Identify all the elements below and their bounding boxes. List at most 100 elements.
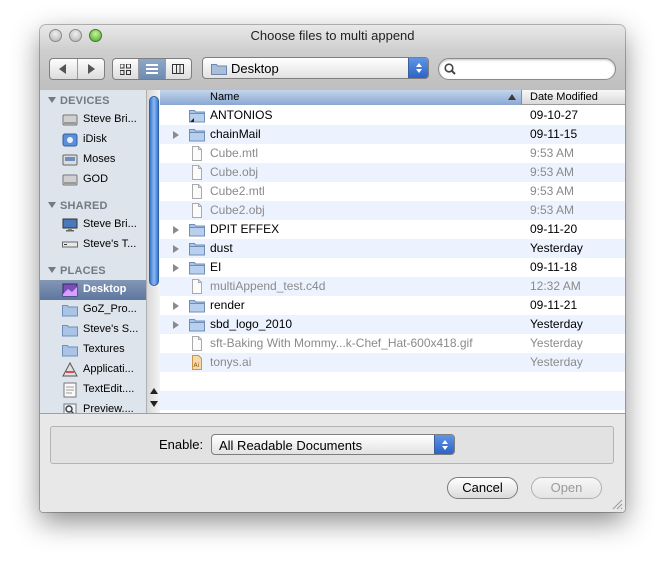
file-row[interactable]: Cube.obj 9:53 AM (160, 163, 625, 182)
file-date-modified: Yesterday (530, 317, 583, 331)
file-row[interactable]: EI 09-11-18 (160, 258, 625, 277)
date-modified-column-header[interactable]: Date Modified (530, 91, 598, 103)
sidebar-item-steves-t[interactable]: Steve's T... (40, 235, 146, 255)
file-date-modified: 9:53 AM (530, 184, 575, 198)
file-row[interactable]: Cube.mtl 9:53 AM (160, 144, 625, 163)
file-name: Cube.mtl (210, 146, 259, 160)
file-date-modified: 9:53 AM (530, 146, 575, 160)
file-date-modified: Yesterday (530, 336, 583, 350)
sidebar: DEVICES Steve Bri... iDisk Moses GOD SHA… (40, 90, 160, 413)
file-name: DPIT EFFEX (210, 222, 280, 236)
file-row[interactable]: DPIT EFFEX 09-11-20 (160, 220, 625, 239)
sidebar-item-label: TextEdit.... (83, 383, 135, 395)
popup-stepper-icon (434, 435, 454, 454)
sidebar-item-steves-s[interactable]: Steve's S... (40, 320, 146, 340)
idisk-icon (62, 133, 78, 147)
file-row[interactable]: render 09-11-21 (160, 296, 625, 315)
file-name: dust (210, 241, 233, 255)
disclosure-triangle-icon[interactable] (173, 321, 179, 329)
enable-filter-popup[interactable]: All Readable Documents (211, 434, 455, 455)
enable-panel: Enable: All Readable Documents (50, 426, 614, 464)
document-icon (192, 165, 202, 180)
file-date-modified: Yesterday (530, 355, 583, 369)
forward-button[interactable] (78, 59, 105, 79)
disclosure-triangle-icon[interactable] (173, 226, 179, 234)
sidebar-item-god[interactable]: GOD (40, 170, 146, 190)
disclosure-triangle-icon[interactable] (173, 302, 179, 310)
sidebar-item-preview[interactable]: Preview.... (40, 400, 146, 413)
svg-text:Ai: Ai (194, 362, 200, 369)
file-row[interactable]: sbd_logo_2010 Yesterday (160, 315, 625, 334)
hard-drive-icon (62, 114, 78, 126)
resize-grip-icon[interactable] (611, 498, 623, 510)
name-column-header[interactable]: Name (160, 90, 522, 105)
column-view-button[interactable] (166, 59, 191, 79)
sidebar-item-label: Textures (83, 343, 125, 355)
sidebar-item-desktop[interactable]: Desktop (40, 280, 146, 300)
column-header: Name Date Modified (160, 90, 625, 105)
location-popup[interactable]: Desktop (202, 57, 429, 79)
search-input[interactable] (459, 61, 609, 77)
search-field[interactable] (438, 58, 616, 80)
sidebar-item-textedit[interactable]: TextEdit.... (40, 380, 146, 400)
folder-icon (189, 243, 205, 256)
sidebar-item-label: Applicati... (83, 363, 134, 375)
sidebar-item-steve-bri-computer[interactable]: Steve Bri... (40, 215, 146, 235)
icon-view-icon (120, 63, 132, 75)
sidebar-item-label: Steve Bri... (83, 218, 137, 230)
external-drive-icon (62, 154, 78, 166)
cancel-button[interactable]: Cancel (447, 477, 518, 499)
file-date-modified: 09-11-15 (530, 127, 578, 141)
disclosure-triangle-icon[interactable] (173, 131, 179, 139)
sidebar-section-places[interactable]: PLACES (48, 265, 106, 277)
icon-view-button[interactable] (113, 59, 140, 79)
empty-row (160, 391, 625, 410)
file-row[interactable]: Cube2.mtl 9:53 AM (160, 182, 625, 201)
document-icon (192, 203, 202, 218)
desktop-folder-icon (211, 64, 227, 75)
list-view-button[interactable] (139, 59, 166, 79)
file-row[interactable]: Ai tonys.ai Yesterday (160, 353, 625, 372)
file-row[interactable]: chainMail 09-11-15 (160, 125, 625, 144)
sidebar-item-steve-bri-disk[interactable]: Steve Bri... (40, 110, 146, 130)
sidebar-section-shared[interactable]: SHARED (48, 200, 108, 212)
file-name: render (210, 298, 245, 312)
file-name: EI (210, 260, 222, 274)
sidebar-item-label: Steve Bri... (83, 113, 137, 125)
disclosure-triangle-icon[interactable] (173, 264, 179, 272)
sort-ascending-icon (508, 94, 516, 100)
dialog-footer: Enable: All Readable Documents Cancel Op… (40, 413, 625, 512)
file-row[interactable]: ANTONIOS 09-10-27 (160, 106, 625, 125)
back-forward-control (49, 58, 105, 80)
sidebar-scrollbar[interactable] (146, 90, 160, 413)
server-icon (62, 241, 78, 248)
sidebar-item-goz-pro[interactable]: GoZ_Pro... (40, 300, 146, 320)
sidebar-item-idisk[interactable]: iDisk (40, 130, 146, 150)
file-name: Cube.obj (210, 165, 259, 179)
open-button[interactable]: Open (531, 477, 602, 499)
file-date-modified: 09-11-18 (530, 260, 578, 274)
scroll-down-arrow-icon[interactable] (150, 401, 158, 407)
back-button[interactable] (50, 59, 78, 79)
sidebar-item-moses[interactable]: Moses (40, 150, 146, 170)
file-name: Cube2.mtl (210, 184, 265, 198)
folder-icon (189, 262, 205, 275)
file-row[interactable]: multiAppend_test.c4d 12:32 AM (160, 277, 625, 296)
sidebar-scrollbar-thumb[interactable] (149, 96, 159, 286)
sidebar-item-applications[interactable]: Applicati... (40, 360, 146, 380)
column-view-icon (172, 64, 185, 74)
folder-icon (62, 305, 78, 317)
disclosure-triangle-icon[interactable] (173, 245, 179, 253)
document-icon (192, 146, 202, 161)
sidebar-item-label: Desktop (83, 283, 127, 295)
file-row[interactable]: dust Yesterday (160, 239, 625, 258)
open-dialog-window: Choose files to multi append Desktop DEV… (40, 25, 625, 512)
applications-icon (62, 362, 78, 377)
desktop-icon (62, 283, 78, 297)
file-row[interactable]: sft-Baking With Mommy...k-Chef_Hat-600x4… (160, 334, 625, 353)
file-date-modified: 12:32 AM (530, 279, 581, 293)
scroll-up-arrow-icon[interactable] (150, 388, 158, 394)
sidebar-item-textures[interactable]: Textures (40, 340, 146, 360)
sidebar-section-devices[interactable]: DEVICES (48, 95, 110, 107)
file-row[interactable]: Cube2.obj 9:53 AM (160, 201, 625, 220)
